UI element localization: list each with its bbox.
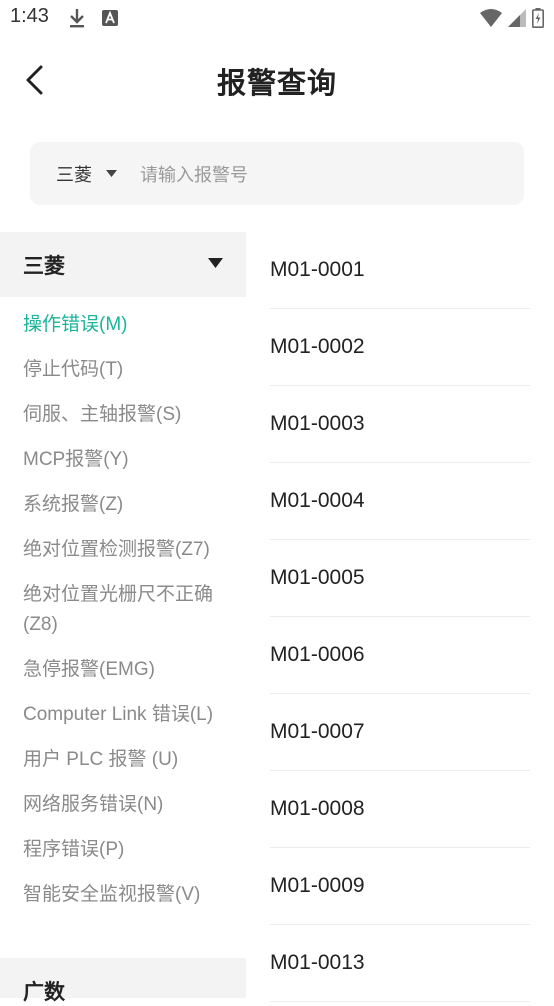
brand-panel-header[interactable]: 三菱 [0, 232, 246, 297]
category-item-computer-link-error[interactable]: Computer Link 错误(L) [23, 700, 233, 730]
category-item-absolute-scale-error[interactable]: 绝对位置光栅尺不正确(Z8) [23, 580, 233, 640]
alarm-code-item[interactable]: M01-0007 [270, 694, 530, 771]
alarm-code-item[interactable]: M01-0004 [270, 463, 530, 540]
category-list: 操作错误(M) 停止代码(T) 伺服、主轴报警(S) MCP报警(Y) 系统报警… [23, 310, 233, 925]
signal-icon [508, 9, 526, 27]
alarm-code-item[interactable]: M01-0008 [270, 771, 530, 848]
brand-panel-header-second[interactable]: 广数 [0, 958, 246, 1004]
category-item-mcp-alarm[interactable]: MCP报警(Y) [23, 445, 233, 475]
header: 报警查询 [0, 40, 554, 118]
status-bar: 1:43 [0, 0, 554, 36]
caret-down-icon [106, 170, 117, 177]
page-title: 报警查询 [216, 66, 337, 100]
category-item-operation-error[interactable]: 操作错误(M) [23, 310, 233, 340]
brand-panel-title: 三菱 [23, 254, 65, 278]
category-item-program-error[interactable]: 程序错误(P) [23, 835, 233, 865]
search-bar: 三菱 [30, 142, 524, 205]
category-item-emergency-stop[interactable]: 急停报警(EMG) [23, 655, 233, 685]
brand-select[interactable]: 三菱 [56, 142, 117, 205]
wifi-icon [480, 9, 502, 27]
category-item-safety-monitor-alarm[interactable]: 智能安全监视报警(V) [23, 880, 233, 910]
caret-down-icon [208, 258, 223, 268]
status-time: 1:43 [10, 5, 49, 27]
category-item-absolute-position-alarm[interactable]: 绝对位置检测报警(Z7) [23, 535, 233, 565]
category-item-system-alarm[interactable]: 系统报警(Z) [23, 490, 233, 520]
alarm-code-item[interactable]: M01-0009 [270, 848, 530, 925]
category-item-user-plc-alarm[interactable]: 用户 PLC 报警 (U) [23, 745, 233, 775]
a-badge-icon [102, 10, 118, 26]
download-icon [70, 9, 84, 28]
category-item-stop-code[interactable]: 停止代码(T) [23, 355, 233, 385]
alarm-code-item[interactable]: M01-0001 [270, 232, 530, 309]
brand-select-label: 三菱 [56, 164, 92, 186]
alarm-code-item[interactable]: M01-0005 [270, 540, 530, 617]
alarm-code-item[interactable]: M01-0013 [270, 925, 530, 1002]
alarm-code-item[interactable]: M01-0002 [270, 309, 530, 386]
brand-panel-title-second: 广数 [23, 980, 65, 1004]
search-input[interactable] [138, 154, 512, 196]
alarm-code-item[interactable]: M01-0006 [270, 617, 530, 694]
alarm-code-item[interactable]: M01-0003 [270, 386, 530, 463]
category-item-network-service-error[interactable]: 网络服务错误(N) [23, 790, 233, 820]
alarm-code-list: M01-0001 M01-0002 M01-0003 M01-0004 M01-… [270, 232, 530, 1002]
category-item-servo-spindle-alarm[interactable]: 伺服、主轴报警(S) [23, 400, 233, 430]
battery-charging-icon [532, 8, 544, 28]
